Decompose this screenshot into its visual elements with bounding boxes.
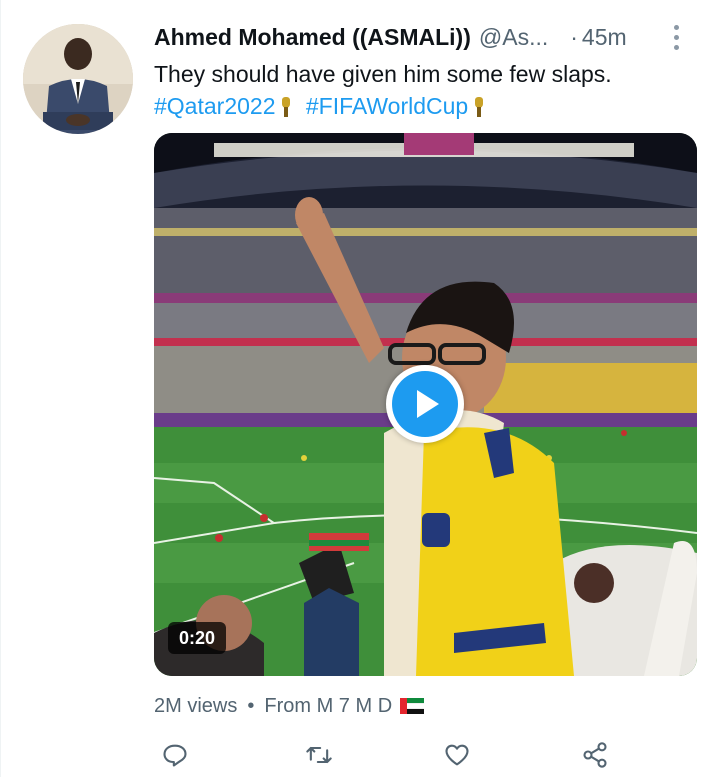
trophy-emoji-icon: [474, 97, 484, 117]
avatar[interactable]: [23, 24, 133, 134]
timestamp[interactable]: 45m: [582, 24, 627, 51]
reply-button[interactable]: [158, 738, 192, 772]
author-name[interactable]: Ahmed Mohamed ((ASMALi)): [154, 24, 471, 51]
hashtag-qatar2022[interactable]: #Qatar2022: [154, 93, 275, 119]
hashtag-line: #Qatar2022 #FIFAWorldCup: [154, 90, 699, 122]
header-separator: ·: [570, 23, 578, 50]
trophy-emoji-icon: [281, 97, 291, 117]
tweet-body: They should have given him some few slap…: [154, 61, 612, 87]
tweet-meta: 2M views • From M 7 M D: [154, 692, 425, 720]
like-button[interactable]: [440, 738, 474, 772]
from-label[interactable]: From M 7 M D: [264, 695, 392, 718]
share-icon: [583, 742, 607, 768]
meta-separator: •: [247, 694, 255, 717]
like-icon: [445, 744, 469, 766]
play-button[interactable]: [386, 365, 464, 443]
tweet[interactable]: Ahmed Mohamed ((ASMALi)) @As... · 45m Th…: [0, 0, 720, 777]
tweet-actions: [154, 738, 624, 772]
view-count[interactable]: 2M views: [154, 695, 237, 718]
video-player[interactable]: 0:20: [154, 133, 697, 676]
video-duration: 0:20: [168, 622, 227, 654]
tweet-header: Ahmed Mohamed ((ASMALi)) @As... · 45m: [154, 22, 694, 52]
reply-icon: [163, 744, 187, 767]
more-options-icon[interactable]: [666, 22, 686, 52]
retweet-button[interactable]: [302, 738, 336, 772]
uae-flag-icon: [400, 698, 425, 714]
play-icon: [392, 371, 458, 437]
hashtag-fifaworldcup[interactable]: #FIFAWorldCup: [306, 93, 468, 119]
author-handle[interactable]: @As...: [479, 24, 548, 51]
share-button[interactable]: [578, 738, 612, 772]
retweet-icon: [306, 746, 332, 764]
tweet-text: They should have given him some few slap…: [154, 58, 699, 122]
avatar-image: [23, 24, 133, 134]
